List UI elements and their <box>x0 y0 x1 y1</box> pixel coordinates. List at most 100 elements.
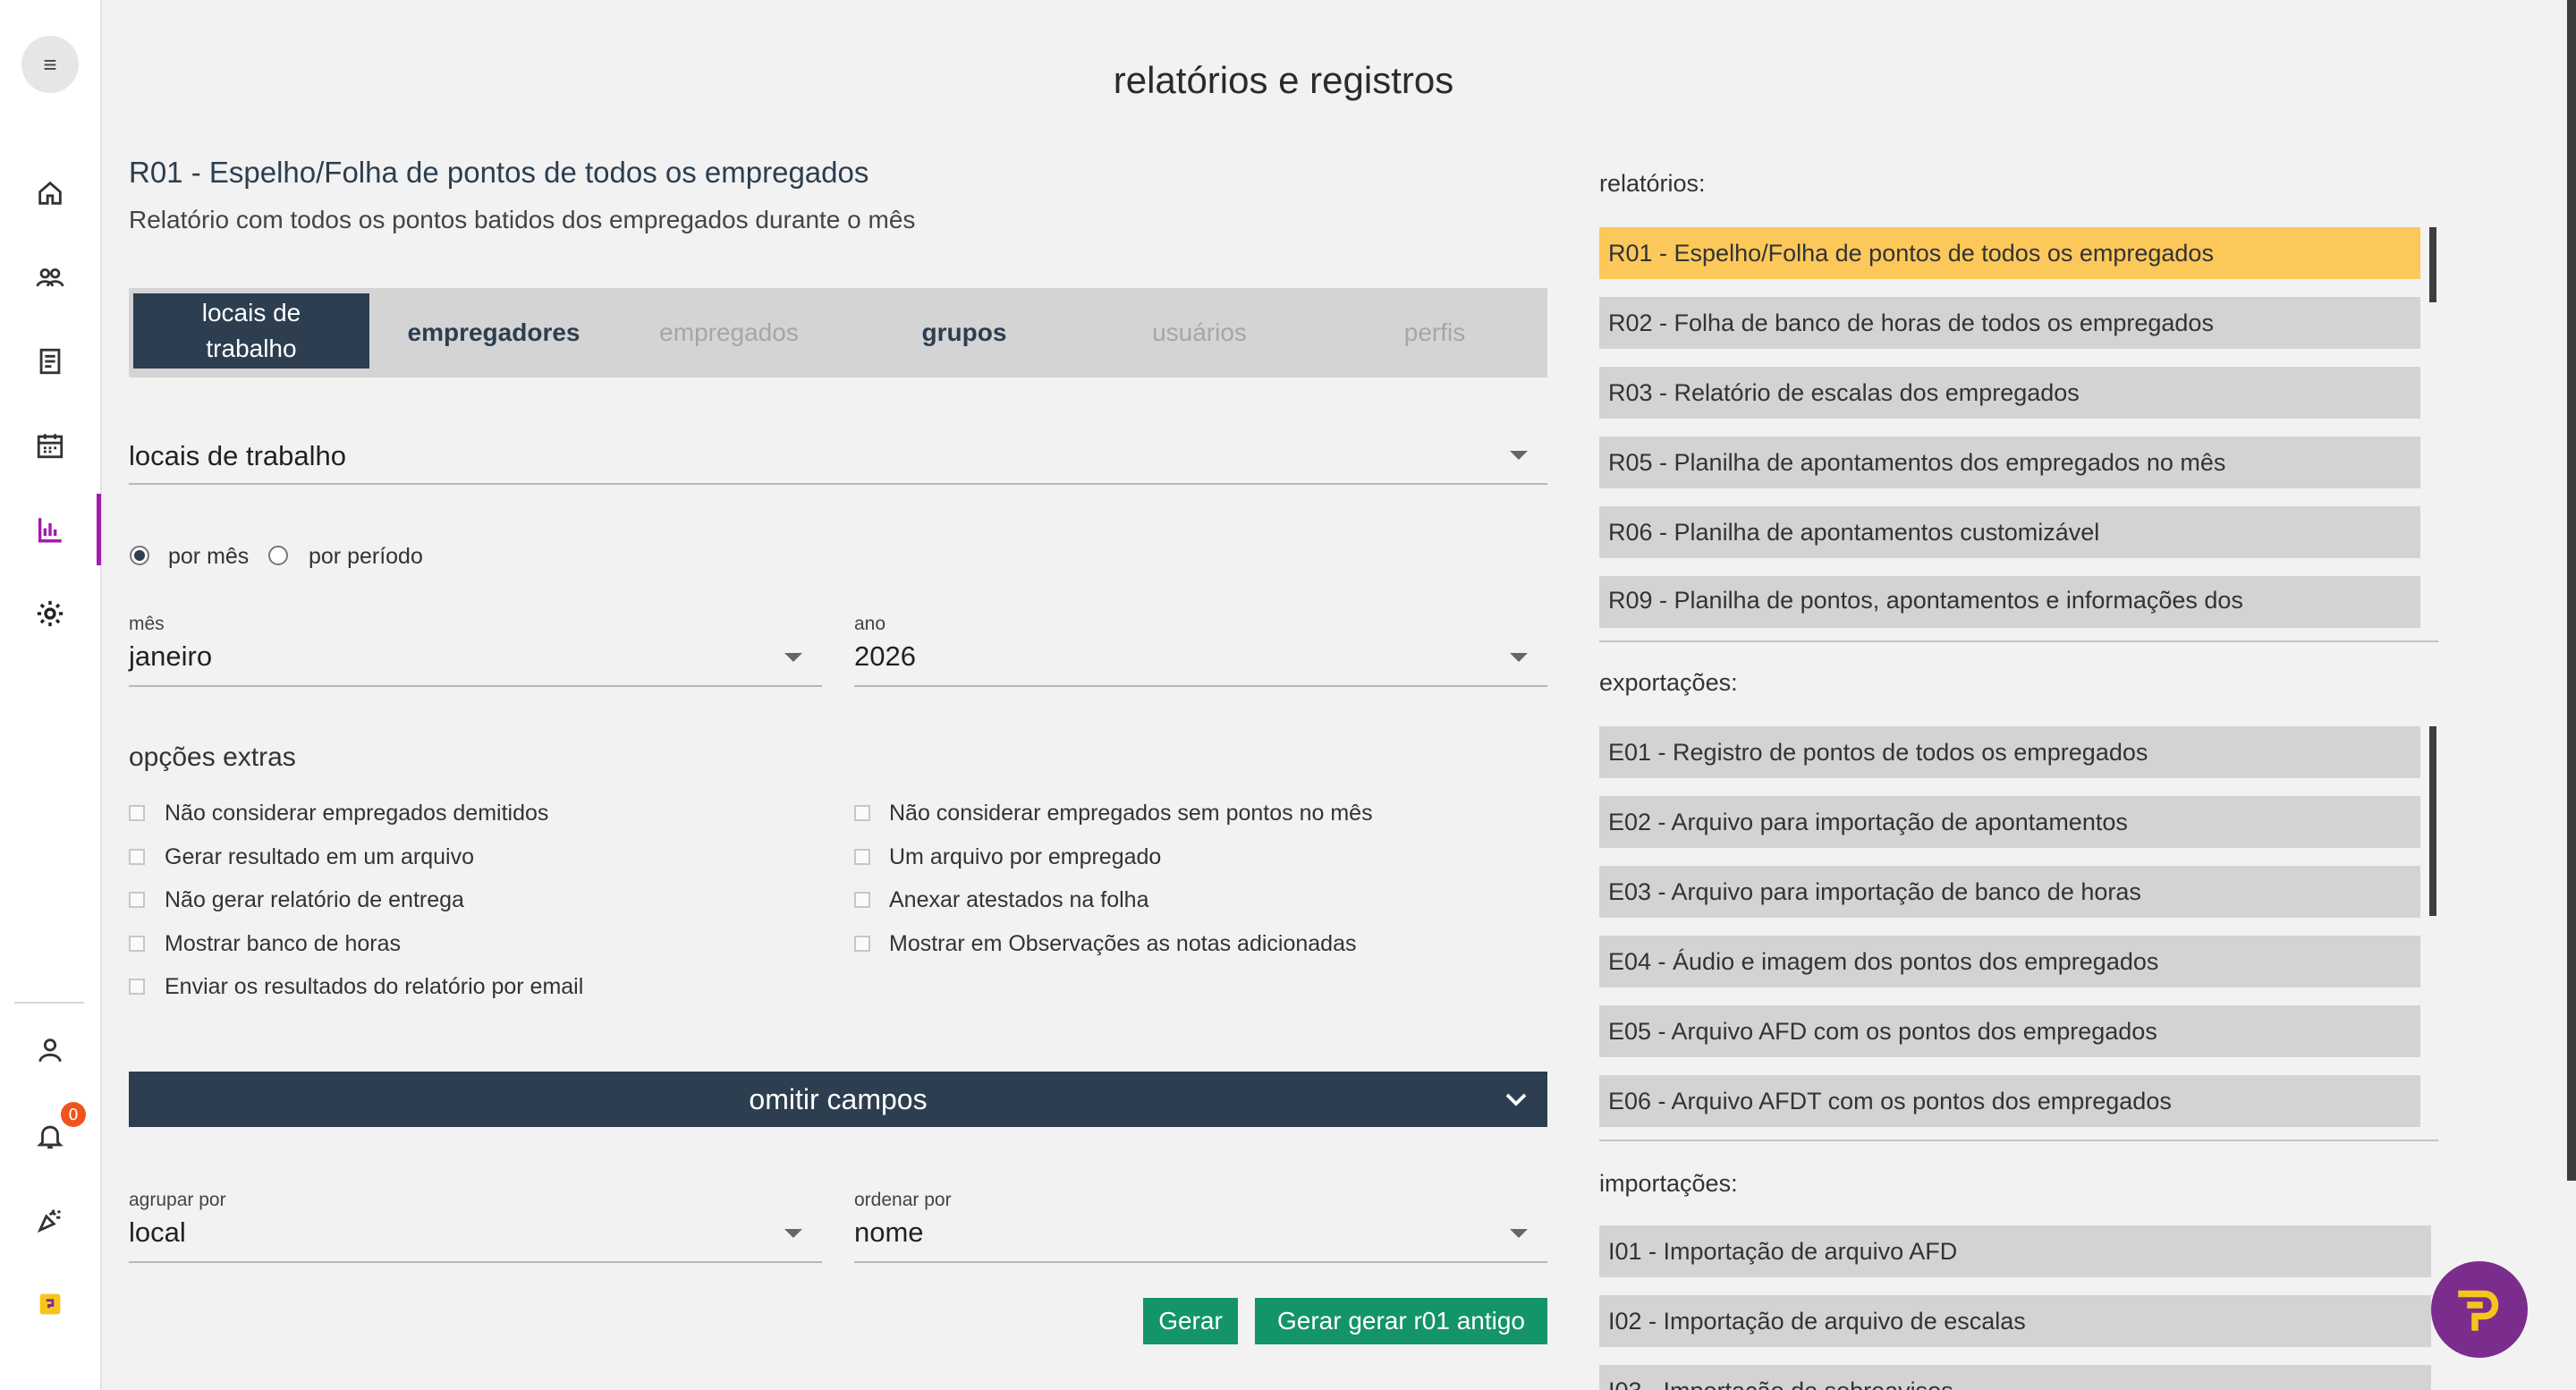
generate-button[interactable]: Gerar <box>1143 1298 1238 1344</box>
checkbox-ignore-without-points[interactable] <box>854 805 870 821</box>
home-icon <box>38 181 62 205</box>
checkbox-label: Mostrar banco de horas <box>165 931 402 956</box>
workplaces-select[interactable]: locais de trabalho <box>129 429 1547 485</box>
import-item-i01[interactable]: I01 - Importação de arquivo AFD <box>1599 1225 2431 1277</box>
imports-heading: importações: <box>1599 1170 1738 1197</box>
reports-list: R01 - Espelho/Folha de pontos de todos o… <box>1599 225 2431 628</box>
tab-users: usuários <box>1152 318 1247 346</box>
nav-home[interactable] <box>27 170 73 216</box>
export-item-e06[interactable]: E06 - Arquivo AFDT com os pontos dos emp… <box>1599 1075 2420 1127</box>
tab-workplaces[interactable]: locais de trabalho <box>133 293 369 369</box>
document-icon <box>39 348 61 375</box>
exports-list: E01 - Registro de pontos de todos os emp… <box>1599 726 2431 1129</box>
report-description: Relatório com todos os pontos batidos do… <box>129 206 916 233</box>
month-label: mês <box>129 614 165 634</box>
nav-reports[interactable] <box>27 506 73 553</box>
notification-badge: 0 <box>61 1102 86 1127</box>
generate-old-button[interactable]: Gerar gerar r01 antigo <box>1255 1298 1547 1344</box>
export-item-e05[interactable]: E05 - Arquivo AFD com os pontos dos empr… <box>1599 1005 2420 1057</box>
tab-label-line1: locais de <box>201 299 301 326</box>
group-by-label: agrupar por <box>129 1190 226 1210</box>
nav-brand[interactable] <box>27 1281 73 1327</box>
report-item-r03[interactable]: R03 - Relatório de escalas dos empregado… <box>1599 367 2420 419</box>
nav-documents[interactable] <box>27 338 73 385</box>
year-select[interactable]: ano 2026 <box>854 610 1547 687</box>
page-title: relatórios e registros <box>1113 59 1454 101</box>
omit-fields-label: omitir campos <box>749 1082 928 1115</box>
checkbox-label: Não considerar empregados demitidos <box>165 801 549 826</box>
brand-logo-icon <box>2458 1290 2499 1331</box>
gear-icon <box>37 600 64 627</box>
hamburger-icon: ≡ <box>43 50 57 78</box>
checkbox-file-per-employee[interactable] <box>854 849 870 865</box>
report-item-r09[interactable]: R09 - Planilha de pontos, apontamentos e… <box>1599 576 2420 628</box>
exports-heading: exportações: <box>1599 669 1738 696</box>
checkbox-attach-certificates[interactable] <box>854 892 870 908</box>
export-item-e04[interactable]: E04 - Áudio e imagem dos pontos dos empr… <box>1599 936 2420 987</box>
people-icon <box>36 268 64 287</box>
import-item-i02[interactable]: I02 - Importação de arquivo de escalas <box>1599 1295 2431 1347</box>
workplaces-select-value: locais de trabalho <box>129 440 346 471</box>
radio-by-period[interactable] <box>268 546 288 565</box>
export-item-e01[interactable]: E01 - Registro de pontos de todos os emp… <box>1599 726 2420 778</box>
checkbox-label: Mostrar em Observações as notas adiciona… <box>889 931 1357 956</box>
checkbox-ignore-dismissed[interactable] <box>129 805 145 821</box>
nav-news[interactable] <box>27 1197 73 1243</box>
nav-people[interactable] <box>27 254 73 301</box>
month-select[interactable]: mês janeiro <box>129 610 822 687</box>
report-title: R01 - Espelho/Folha de pontos de todos o… <box>129 156 869 189</box>
radio-by-period-label: por período <box>309 544 423 569</box>
chevron-down-icon <box>784 653 802 662</box>
checkbox-label: Enviar os resultados do relatório por em… <box>165 974 584 999</box>
checkbox-send-email[interactable] <box>129 979 145 995</box>
tab-label-line2: trabalho <box>206 335 297 362</box>
checkbox-no-delivery-report[interactable] <box>129 892 145 908</box>
filter-tabs: locais de trabalho empregadores empregado… <box>129 288 1547 377</box>
extra-options-title: opções extras <box>129 742 296 772</box>
calendar-icon <box>37 434 64 459</box>
exports-scrollbar[interactable] <box>2429 726 2436 916</box>
help-fab-button[interactable] <box>2431 1261 2528 1358</box>
logo-icon <box>39 1293 61 1315</box>
tab-groups[interactable]: grupos <box>846 292 1082 374</box>
order-by-label: ordenar por <box>854 1190 952 1210</box>
group-by-select[interactable]: agrupar por local <box>129 1186 822 1263</box>
chevron-down-icon <box>784 1229 802 1238</box>
year-label: ano <box>854 614 886 634</box>
sidebar: ≡ 0 <box>0 0 102 1390</box>
exports-divider <box>1599 1140 2438 1141</box>
import-item-i03[interactable]: I03 - Importação de sobreavisos <box>1599 1365 2431 1390</box>
order-by-select[interactable]: ordenar por nome <box>854 1186 1547 1263</box>
report-item-r01[interactable]: R01 - Espelho/Folha de pontos de todos o… <box>1599 227 2420 279</box>
month-value: janeiro <box>129 640 213 672</box>
nav-calendar[interactable] <box>27 422 73 469</box>
checkbox-label: Não considerar empregados sem pontos no … <box>889 801 1373 826</box>
checkbox-show-hour-bank[interactable] <box>129 936 145 952</box>
nav-profile[interactable] <box>27 1027 73 1073</box>
tab-employers[interactable]: empregadores <box>376 292 612 374</box>
checkbox-label: Gerar resultado em um arquivo <box>165 844 474 869</box>
reports-scrollbar[interactable] <box>2429 227 2436 302</box>
report-item-r02[interactable]: R02 - Folha de banco de horas de todos o… <box>1599 297 2420 349</box>
checkbox-label: Anexar atestados na folha <box>889 887 1149 912</box>
page-scrollbar[interactable] <box>2567 0 2576 1181</box>
report-item-r05[interactable]: R05 - Planilha de apontamentos dos empre… <box>1599 436 2420 488</box>
tab-employees: empregados <box>659 318 799 346</box>
export-item-e03[interactable]: E03 - Arquivo para importação de banco d… <box>1599 866 2420 918</box>
checkbox-show-notes[interactable] <box>854 936 870 952</box>
imports-list: I01 - Importação de arquivo AFD I02 - Im… <box>1599 1225 2431 1390</box>
nav-settings[interactable] <box>27 590 73 637</box>
chevron-down-icon <box>1510 653 1528 662</box>
bell-icon <box>37 1125 64 1149</box>
menu-toggle-button[interactable]: ≡ <box>21 36 79 93</box>
report-item-r06[interactable]: R06 - Planilha de apontamentos customizá… <box>1599 506 2420 558</box>
tab-profiles: perfis <box>1403 318 1466 346</box>
export-item-e02[interactable]: E02 - Arquivo para importação de apontam… <box>1599 796 2420 848</box>
bar-chart-icon <box>38 518 62 543</box>
omit-fields-toggle[interactable]: omitir campos <box>129 1072 1547 1127</box>
order-by-value: nome <box>854 1216 924 1248</box>
checkbox-label: Não gerar relatório de entrega <box>165 887 464 912</box>
checkbox-single-file[interactable] <box>129 849 145 865</box>
radio-by-month[interactable] <box>130 546 149 565</box>
year-value: 2026 <box>854 640 916 672</box>
